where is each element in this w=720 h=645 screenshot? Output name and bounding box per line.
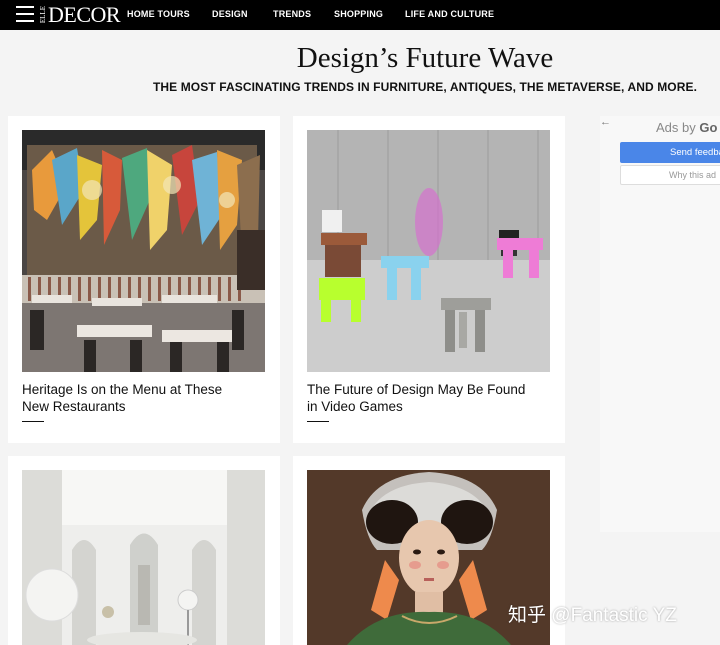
article-title[interactable]: Heritage Is on the Menu at These New Res… (22, 381, 252, 415)
logo-decor: DECOR (48, 2, 121, 27)
page-subtitle: THE MOST FASCINATING TRENDS IN FURNITURE… (152, 80, 698, 94)
nav-design[interactable]: DESIGN (212, 9, 248, 19)
nav-life-and-culture[interactable]: LIFE AND CULTURE (405, 9, 494, 19)
title-underline (307, 421, 329, 422)
restaurant-interior-image[interactable] (22, 130, 265, 372)
why-this-ad-button[interactable]: Why this ad (620, 165, 720, 185)
page-title: Design’s Future Wave (296, 42, 554, 74)
white-room-image[interactable] (22, 470, 265, 645)
watermark: 知乎 @Fantastic YZ (508, 605, 677, 626)
pixel-stools-image[interactable] (307, 130, 550, 372)
top-navigation-bar: ELLE DECOR HOME TOURS DESIGN TRENDS SHOP… (0, 0, 720, 30)
send-feedback-button[interactable]: Send feedba (620, 142, 720, 163)
article-card-white-interior[interactable] (8, 456, 280, 645)
ads-by-label: Ads by Go (656, 120, 717, 135)
ads-brand: Go (699, 120, 718, 135)
menu-icon[interactable] (16, 6, 34, 22)
site-logo[interactable]: ELLE DECOR (39, 2, 121, 28)
ads-by-text: Ads by (656, 120, 696, 135)
article-card-restaurants[interactable]: Heritage Is on the Menu at These New Res… (8, 116, 280, 443)
nav-home-tours[interactable]: HOME TOURS (127, 9, 190, 19)
logo-elle: ELLE (39, 6, 47, 24)
back-arrow-icon[interactable]: ← (600, 116, 611, 128)
nav-trends[interactable]: TRENDS (273, 9, 311, 19)
title-underline (22, 421, 44, 422)
nav-shopping[interactable]: SHOPPING (334, 9, 383, 19)
article-title[interactable]: The Future of Design May Be Found in Vid… (307, 381, 537, 415)
article-card-video-games[interactable]: The Future of Design May Be Found in Vid… (293, 116, 565, 443)
ads-panel: ← Ads by Go Send feedba Why this ad (600, 116, 720, 532)
